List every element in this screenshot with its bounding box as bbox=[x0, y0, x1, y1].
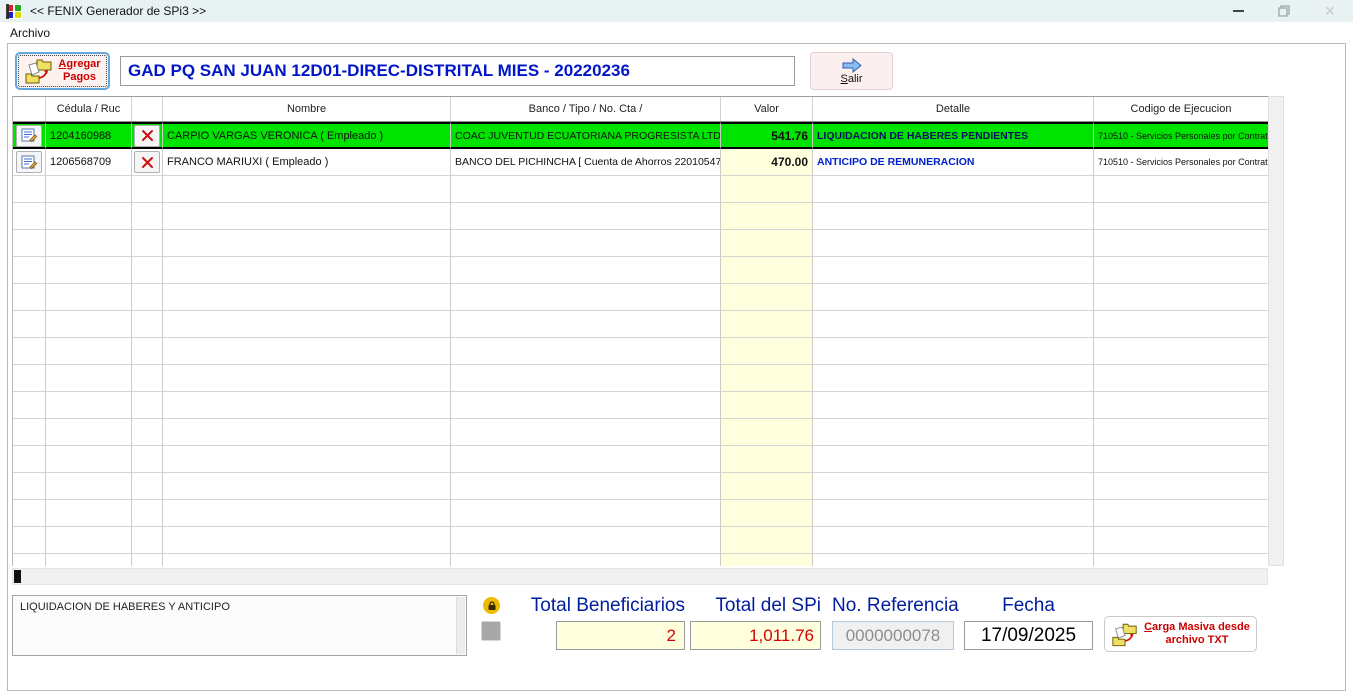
entity-title-input[interactable]: GAD PQ SAN JUAN 12D01-DIREC-DISTRITAL MI… bbox=[120, 56, 795, 86]
descripcion-text: LIQUIDACION DE HABERES Y ANTICIPO bbox=[20, 601, 230, 613]
app-icon bbox=[6, 4, 22, 19]
carga-masiva-label: Carga Masiva desde archivo TXT bbox=[1144, 621, 1250, 647]
cell-cedula: 1206568709 bbox=[46, 149, 132, 176]
cell-valor: 541.76 bbox=[721, 122, 813, 149]
edit-row-icon bbox=[21, 128, 37, 143]
table-empty-row bbox=[13, 311, 1268, 338]
app-window: << FENIX Generador de SPi3 >> ✕ Archivo … bbox=[0, 0, 1353, 696]
edit-row-button[interactable] bbox=[16, 151, 42, 173]
table-empty-row bbox=[13, 392, 1268, 419]
lock-toggle[interactable] bbox=[483, 597, 500, 614]
table-header-row: Cédula / Ruc Nombre Banco / Tipo / No. C… bbox=[13, 97, 1268, 122]
total-spi-value: 1,011.76 bbox=[690, 621, 821, 650]
table-empty-row bbox=[13, 419, 1268, 446]
total-spi-label: Total del SPi bbox=[690, 595, 821, 619]
fecha-input[interactable]: 17/09/2025 bbox=[964, 621, 1093, 650]
table-empty-row bbox=[13, 203, 1268, 230]
row-delete-cell bbox=[132, 122, 163, 149]
window-title: << FENIX Generador de SPi3 >> bbox=[30, 4, 206, 18]
textarea-scrollbar[interactable] bbox=[456, 597, 465, 654]
close-icon: ✕ bbox=[1324, 4, 1336, 18]
total-beneficiarios-label: Total Beneficiarios bbox=[500, 595, 685, 619]
header-banco: Banco / Tipo / No. Cta / bbox=[451, 97, 721, 121]
header-codigo: Codigo de Ejecucion bbox=[1094, 97, 1268, 121]
salir-label: Salir bbox=[840, 73, 862, 85]
cell-codigo: 710510 - Servicios Personales por Contra… bbox=[1094, 122, 1268, 149]
titlebar: << FENIX Generador de SPi3 >> ✕ bbox=[0, 0, 1353, 22]
header-detalle: Detalle bbox=[813, 97, 1094, 121]
table-empty-row bbox=[13, 500, 1268, 527]
table-row[interactable]: 1206568709 FRANCO MARIUXI ( Empleado ) B… bbox=[13, 149, 1268, 176]
agregar-pagos-label: Agregar Pagos bbox=[58, 58, 100, 84]
cell-detalle: ANTICIPO DE REMUNERACION bbox=[813, 149, 1094, 176]
cell-nombre: CARPIO VARGAS VERONICA ( Empleado ) bbox=[163, 122, 451, 149]
header-cedula: Cédula / Ruc bbox=[46, 97, 132, 121]
exit-arrow-icon bbox=[841, 58, 863, 73]
carga-masiva-button[interactable]: Carga Masiva desde archivo TXT bbox=[1104, 616, 1257, 652]
referencia-value: 0000000078 bbox=[832, 621, 954, 650]
scrollbar-thumb[interactable] bbox=[14, 570, 21, 583]
table-empty-row bbox=[13, 527, 1268, 554]
table-empty-row bbox=[13, 284, 1268, 311]
table-empty-row bbox=[13, 554, 1268, 566]
table-empty-row bbox=[13, 338, 1268, 365]
cell-detalle: LIQUIDACION DE HABERES PENDIENTES bbox=[813, 122, 1094, 149]
cell-nombre: FRANCO MARIUXI ( Empleado ) bbox=[163, 149, 451, 176]
table-empty-row bbox=[13, 365, 1268, 392]
minimize-icon bbox=[1233, 10, 1244, 12]
row-edit-cell bbox=[13, 149, 46, 176]
menu-archivo[interactable]: Archivo bbox=[0, 22, 60, 43]
salir-button[interactable]: Salir bbox=[810, 52, 893, 90]
table-vertical-scrollbar[interactable] bbox=[1268, 96, 1284, 566]
table-row[interactable]: 1204160988 CARPIO VARGAS VERONICA ( Empl… bbox=[13, 122, 1268, 149]
referencia-label: No. Referencia bbox=[832, 595, 954, 619]
cell-banco: BANCO DEL PICHINCHA [ Cuenta de Ahorros … bbox=[451, 149, 721, 176]
header-delete-col bbox=[132, 97, 163, 121]
folders-icon bbox=[1111, 621, 1139, 648]
edit-row-icon bbox=[21, 155, 37, 170]
header-valor: Valor bbox=[721, 97, 813, 121]
cell-banco: COAC JUVENTUD ECUATORIANA PROGRESISTA LT… bbox=[451, 122, 721, 149]
delete-row-icon bbox=[141, 156, 154, 169]
row-edit-cell bbox=[13, 122, 46, 149]
restore-icon bbox=[1278, 5, 1290, 17]
lock-icon bbox=[487, 601, 497, 611]
total-beneficiarios-value: 2 bbox=[556, 621, 685, 650]
folders-icon bbox=[24, 57, 54, 85]
restore-button[interactable] bbox=[1261, 0, 1307, 22]
delete-row-icon bbox=[141, 129, 154, 142]
header-nombre: Nombre bbox=[163, 97, 451, 121]
edit-row-button[interactable] bbox=[16, 125, 42, 147]
cell-cedula: 1204160988 bbox=[46, 122, 132, 149]
row-delete-cell bbox=[132, 149, 163, 176]
table-horizontal-scrollbar[interactable] bbox=[12, 568, 1268, 585]
cell-valor: 470.00 bbox=[721, 149, 813, 176]
header-icon-col bbox=[13, 97, 46, 121]
fecha-label: Fecha bbox=[964, 595, 1093, 619]
payments-table: Cédula / Ruc Nombre Banco / Tipo / No. C… bbox=[12, 96, 1268, 566]
delete-row-button[interactable] bbox=[134, 125, 160, 147]
agregar-pagos-button[interactable]: Agregar Pagos bbox=[15, 52, 110, 90]
table-empty-row bbox=[13, 473, 1268, 500]
cell-codigo: 710510 - Servicios Personales por Contra… bbox=[1094, 149, 1268, 176]
table-empty-row bbox=[13, 446, 1268, 473]
table-empty-row bbox=[13, 176, 1268, 203]
descripcion-textarea[interactable]: LIQUIDACION DE HABERES Y ANTICIPO bbox=[12, 595, 467, 656]
menubar: Archivo bbox=[0, 22, 1353, 43]
color-swatch-button[interactable] bbox=[481, 621, 501, 641]
table-empty-row bbox=[13, 257, 1268, 284]
minimize-button[interactable] bbox=[1215, 0, 1261, 22]
delete-row-button[interactable] bbox=[134, 151, 160, 173]
table-empty-row bbox=[13, 230, 1268, 257]
close-button[interactable]: ✕ bbox=[1307, 0, 1353, 22]
